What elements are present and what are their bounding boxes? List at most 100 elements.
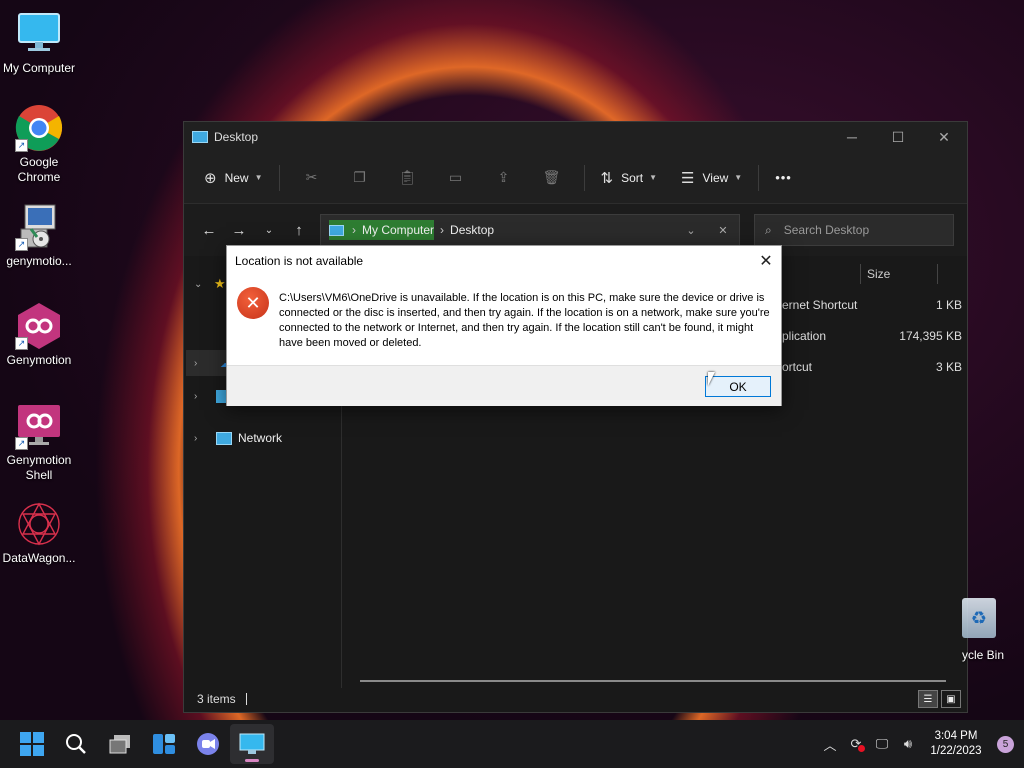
widgets-button[interactable] (142, 724, 186, 764)
details-view-icon[interactable]: ☰ (918, 690, 938, 708)
error-dialog: Location is not available ✕ ✕ C:\Users\V… (226, 245, 782, 406)
mouse-cursor-icon (708, 372, 715, 386)
close-icon[interactable]: ✕ (707, 224, 739, 237)
desktop-icon-genymotion[interactable]: ↗ Genymotion (0, 302, 78, 368)
star-icon: ★ (214, 276, 226, 291)
maximize-button[interactable]: ☐ (875, 122, 921, 152)
desktop-icon-recycle-bin[interactable]: ♻ ycle Bin (962, 598, 1024, 662)
up-arrow-icon[interactable]: ↑ (284, 215, 314, 245)
search-placeholder: Search Desktop (783, 223, 870, 237)
sort-label: Sort (621, 170, 644, 185)
window-titlebar[interactable]: Desktop ─ ☐ ✕ (184, 122, 967, 152)
file-explorer-taskbar-button[interactable] (230, 724, 274, 764)
more-icon: ••• (775, 170, 792, 185)
dialog-close-button[interactable]: ✕ (751, 251, 781, 271)
search-input[interactable]: ⌕ Search Desktop (754, 214, 954, 246)
desktop-icon-label: Genymotion Shell (6, 453, 72, 482)
horizontal-scrollbar[interactable] (360, 680, 946, 682)
more-options-button[interactable]: ••• (767, 162, 800, 194)
delete-icon[interactable]: 🗑︎ (528, 162, 576, 194)
breadcrumb-desktop[interactable]: Desktop (450, 223, 494, 237)
chevron-down-icon: ▼ (649, 173, 658, 182)
plus-circle-icon: ⊕ (204, 169, 217, 187)
breadcrumb-separator: › (440, 223, 445, 237)
datawagon-icon (15, 500, 63, 548)
alert-dot (858, 745, 865, 752)
back-arrow-icon[interactable]: ← (194, 215, 224, 245)
desktop-icon-genymotion-shell[interactable]: ↗ Genymotion Shell (0, 402, 78, 483)
rename-icon[interactable]: ▭ (432, 162, 480, 194)
divider (758, 164, 760, 191)
shortcut-arrow-icon: ↗ (15, 337, 28, 350)
network-icon[interactable]: 🖵︎ (869, 736, 895, 752)
file-row[interactable]: plication 174,395 KB (782, 329, 962, 343)
monitor-icon (216, 390, 226, 403)
dialog-message: C:\Users\VM6\OneDrive is unavailable. If… (279, 292, 770, 349)
chevron-down-icon: ⌄ (194, 278, 203, 290)
installer-icon: ↗ (15, 203, 63, 251)
desktop-icon-label: genymotio... (6, 254, 72, 268)
new-button[interactable]: ⊕ New ▼ (196, 162, 271, 194)
desktop-icon-label: My Computer (2, 61, 76, 75)
file-type: ernet Shortcut (782, 298, 858, 312)
clock[interactable]: 3:04 PM 1/22/2023 (921, 729, 991, 759)
file-row[interactable]: ortcut 3 KB (782, 360, 962, 374)
dialog-body: ✕ C:\Users\VM6\OneDrive is unavailable. … (227, 276, 781, 365)
network-icon (216, 431, 232, 445)
monitor-icon (239, 733, 265, 754)
new-label: New (224, 170, 249, 185)
sidebar-item-network[interactable]: › Network (194, 431, 282, 445)
breadcrumb-my-computer[interactable]: My Computer (362, 223, 434, 237)
teams-chat-button[interactable] (186, 724, 230, 764)
cut-icon[interactable]: ✂ (288, 162, 336, 194)
sidebar-item-quick-access[interactable]: ⌄ ★ (194, 276, 226, 292)
sort-button[interactable]: ⇅ Sort ▼ (593, 162, 666, 194)
view-button[interactable]: ☰ View ▼ (673, 162, 750, 194)
taskbar: ︿ ⟳ 🖵︎ 🔊︎ 3:04 PM 1/22/2023 5 (0, 720, 1024, 768)
desktop-icon-label: DataWagon... (2, 551, 76, 565)
minimize-button[interactable]: ─ (829, 122, 875, 152)
column-size-header[interactable]: Size (867, 267, 937, 281)
task-view-button[interactable] (98, 724, 142, 764)
dialog-titlebar[interactable]: Location is not available ✕ (227, 246, 781, 276)
desktop-icon-my-computer[interactable]: My Computer (0, 10, 78, 76)
forward-arrow-icon[interactable]: → (224, 215, 254, 245)
dialog-title: Location is not available (235, 254, 364, 268)
chevron-down-icon[interactable]: ⌄ (675, 224, 707, 237)
window-title: Desktop (214, 130, 259, 144)
chevron-right-icon: › (194, 357, 198, 369)
address-bar[interactable]: › My Computer › Desktop ⌄ ✕ (320, 214, 740, 246)
paste-icon[interactable]: 📋︎ (384, 162, 432, 194)
clock-date: 1/22/2023 (930, 745, 982, 757)
close-button[interactable]: ✕ (921, 122, 967, 152)
sort-icon: ⇅ (600, 169, 614, 187)
sidebar-item-label: Network (238, 431, 283, 445)
desktop-icon-label: Genymotion (6, 353, 72, 367)
show-hidden-icons-chevron-icon[interactable]: ︿ (817, 735, 843, 754)
genymotion-icon: ↗ (15, 302, 63, 350)
column-headers: e Size (764, 260, 938, 288)
shortcut-arrow-icon: ↗ (15, 238, 28, 251)
chat-icon (197, 733, 219, 755)
sync-icon[interactable]: ⟳ (843, 736, 869, 752)
volume-icon[interactable]: 🔊︎ (895, 736, 921, 752)
share-icon[interactable]: ⇪ (480, 162, 528, 194)
divider (278, 164, 280, 191)
notification-badge[interactable]: 5 (997, 735, 1014, 753)
taskbar-search-button[interactable] (54, 724, 98, 764)
recent-locations-chevron-icon[interactable]: ⌄ (254, 215, 284, 245)
desktop-icon-genymotion-installer[interactable]: ↗ genymotio... (0, 203, 78, 269)
desktop-icon-datawagon[interactable]: DataWagon... (0, 500, 78, 566)
desktop-icon-label: ycle Bin (962, 648, 1005, 662)
item-count: 3 items (197, 692, 236, 706)
tiles-view-icon[interactable]: ▣ (941, 690, 961, 708)
file-row[interactable]: ernet Shortcut 1 KB (782, 298, 962, 312)
file-size: 1 KB (935, 298, 962, 312)
folder-monitor-icon (192, 131, 208, 143)
error-icon: ✕ (237, 287, 269, 319)
start-button[interactable] (10, 724, 54, 764)
file-explorer-window: Desktop ─ ☐ ✕ ⊕ New ▼ ✂ ❐ 📋︎ ▭ ⇪ 🗑︎ ⇅ So… (183, 121, 968, 713)
desktop-icon-chrome[interactable]: ↗ Google Chrome (0, 104, 78, 185)
widgets-icon (153, 734, 175, 754)
copy-icon[interactable]: ❐ (336, 162, 384, 194)
